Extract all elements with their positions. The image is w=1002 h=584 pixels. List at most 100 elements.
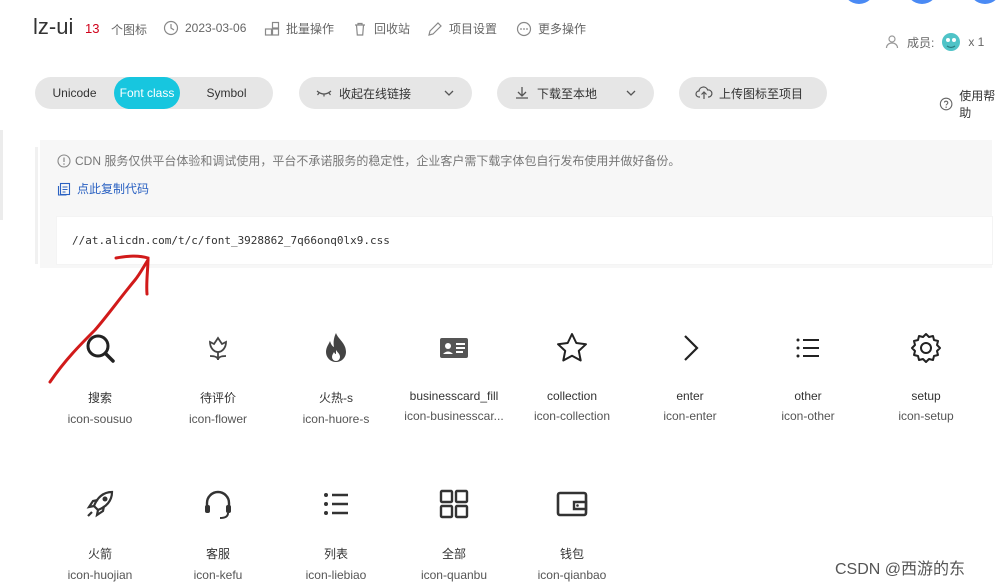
- icon-card-class[interactable]: icon-liebiao: [277, 568, 395, 582]
- icon-card-name: 火热-s: [319, 391, 353, 405]
- tab-unicode[interactable]: Unicode: [35, 77, 114, 109]
- chevron-right-icon: [684, 335, 699, 361]
- icon-card[interactable]: setup icon-setup: [867, 330, 985, 423]
- settings-button[interactable]: 项目设置: [427, 20, 497, 37]
- collapse-link-button[interactable]: 收起在线链接: [299, 77, 472, 109]
- icon-card[interactable]: collection icon-collection: [513, 330, 631, 423]
- cdn-notice: CDN 服务仅供平台体验和调试使用，平台不承诺服务的稳定性，企业客户需下载字体包…: [57, 152, 680, 169]
- icon-count: 13: [85, 21, 100, 36]
- rocket-icon: [86, 490, 114, 518]
- eye-closed-icon: [316, 90, 332, 97]
- icon-card-class[interactable]: icon-flower: [159, 412, 277, 426]
- trash-icon: [355, 22, 365, 36]
- format-tabs: Unicode Font class Symbol: [35, 77, 273, 109]
- list-icon: [796, 338, 819, 358]
- icon-card-class[interactable]: icon-huojian: [41, 568, 159, 582]
- icon-card-class[interactable]: icon-other: [749, 409, 867, 423]
- icon-card-name: 钱包: [559, 547, 584, 561]
- wallet-icon: [556, 491, 588, 517]
- member-avatar: [942, 33, 961, 51]
- batch-label: 批量操作: [286, 22, 335, 36]
- headset-icon: [205, 490, 231, 519]
- icon-card[interactable]: 火热-s icon-huore-s: [277, 330, 395, 426]
- grid-icon: [439, 489, 469, 519]
- icon-count-unit: 个图标: [111, 23, 148, 37]
- members-area[interactable]: 成员: x 1: [885, 31, 984, 53]
- recycle-label: 回收站: [374, 22, 411, 36]
- copy-icon: [57, 182, 71, 196]
- top-avatar-circle-3[interactable]: [969, 0, 1001, 4]
- top-avatar-circle-2[interactable]: [906, 0, 938, 4]
- cloud-upload-icon: [695, 86, 713, 99]
- icon-card-name: other: [794, 389, 822, 403]
- icon-card[interactable]: 搜索 icon-sousuo: [41, 330, 159, 426]
- icon-card[interactable]: businesscard_fill icon-businesscar...: [395, 330, 513, 423]
- chevron-down-icon: [626, 90, 636, 96]
- icon-card-class[interactable]: icon-huore-s: [277, 412, 395, 426]
- icon-card-class[interactable]: icon-businesscar...: [395, 409, 513, 423]
- gear-icon: [911, 333, 941, 363]
- download-label: 下载至本地: [537, 86, 598, 101]
- recycle-button[interactable]: 回收站: [352, 20, 410, 37]
- more-icon: [516, 21, 532, 36]
- csdn-watermark: CSDN @西游的东: [835, 561, 966, 578]
- fire-icon: [326, 333, 346, 362]
- icon-card[interactable]: other icon-other: [749, 330, 867, 423]
- clock-icon: [163, 20, 179, 36]
- icon-card[interactable]: 全部 icon-quanbu: [395, 486, 513, 582]
- top-avatar-circle-1[interactable]: [843, 0, 875, 4]
- members-label: 成员:: [907, 35, 935, 50]
- flower-icon: [209, 336, 227, 361]
- collapse-link-label: 收起在线链接: [339, 86, 412, 101]
- settings-label: 项目设置: [449, 22, 498, 36]
- notice-bar: [35, 147, 38, 264]
- icon-card-name: 搜索: [87, 391, 112, 405]
- icon-card[interactable]: enter icon-enter: [631, 330, 749, 423]
- pencil-icon: [428, 21, 442, 36]
- project-title: lz-ui: [33, 14, 74, 39]
- icon-card-class[interactable]: icon-kefu: [159, 568, 277, 582]
- icon-card-class[interactable]: icon-qianbao: [513, 568, 631, 582]
- star-icon: [557, 333, 587, 362]
- members-icon: [885, 35, 899, 49]
- icon-card[interactable]: 待评价 icon-flower: [159, 330, 277, 426]
- date-meta: 2023-03-06: [163, 20, 246, 36]
- business-card-icon: [440, 338, 468, 358]
- icon-card-name: 列表: [323, 547, 348, 561]
- icon-card-class[interactable]: icon-enter: [631, 409, 749, 423]
- icon-card-name: 待评价: [199, 391, 236, 405]
- notice-text: CDN 服务仅供平台体验和调试使用，平台不承诺服务的稳定性，企业客户需下载字体包…: [75, 154, 681, 168]
- date-text: 2023-03-06: [185, 21, 247, 35]
- icon-card-name: businesscard_fill: [409, 389, 499, 403]
- download-button[interactable]: 下载至本地: [497, 77, 654, 109]
- icon-card-class[interactable]: icon-sousuo: [41, 412, 159, 426]
- members-count: x 1: [968, 35, 985, 49]
- icon-card-name: 客服: [205, 547, 230, 561]
- icon-card[interactable]: 客服 icon-kefu: [159, 486, 277, 582]
- more-button[interactable]: 更多操作: [516, 20, 586, 37]
- info-icon: [57, 153, 71, 168]
- chevron-down-icon: [444, 90, 454, 96]
- upload-label: 上传图标至项目: [719, 86, 804, 101]
- icon-card[interactable]: 列表 icon-liebiao: [277, 486, 395, 582]
- more-label: 更多操作: [538, 22, 587, 36]
- icon-card-class[interactable]: icon-quanbu: [395, 568, 513, 582]
- icon-card-name: setup: [911, 389, 941, 403]
- help-link[interactable]: 使用帮助: [939, 87, 1002, 121]
- tab-symbol[interactable]: Symbol: [180, 77, 273, 109]
- upload-button[interactable]: 上传图标至项目: [679, 77, 827, 109]
- icon-card-class[interactable]: icon-setup: [867, 409, 985, 423]
- icon-card[interactable]: 火箭 icon-huojian: [41, 486, 159, 582]
- search-icon: [86, 334, 115, 363]
- help-icon: [939, 97, 953, 111]
- icon-card[interactable]: 钱包 icon-qianbao: [513, 486, 631, 582]
- icon-card-name: collection: [546, 389, 598, 403]
- copy-code-label: 点此复制代码: [77, 182, 150, 196]
- batch-button[interactable]: 批量操作: [264, 20, 334, 37]
- batch-icon: [264, 21, 280, 36]
- icon-card-name: 全部: [441, 547, 466, 561]
- copy-code-link[interactable]: 点此复制代码: [57, 180, 149, 197]
- tab-font-class[interactable]: Font class: [114, 77, 180, 109]
- icon-card-class[interactable]: icon-collection: [513, 409, 631, 423]
- css-link-code[interactable]: //at.alicdn.com/t/c/font_3928862_7q66onq…: [72, 234, 390, 247]
